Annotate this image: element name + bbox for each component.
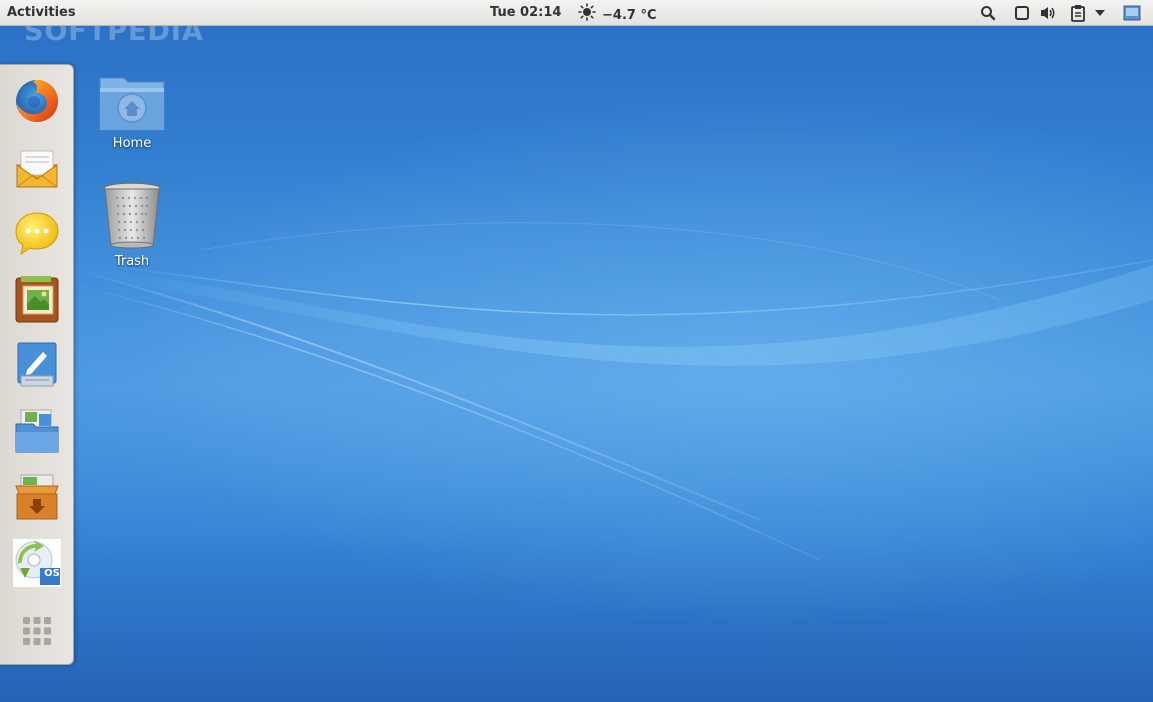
home-folder-icon xyxy=(99,77,165,131)
firefox-icon xyxy=(16,80,58,122)
dash-item-archive[interactable] xyxy=(11,471,63,523)
file-manager-icon xyxy=(15,409,59,453)
app-grid-icon xyxy=(23,617,51,645)
mail-icon xyxy=(16,150,58,188)
dash: OS xyxy=(0,64,74,665)
volume-icon[interactable] xyxy=(1037,2,1059,24)
window-icon[interactable] xyxy=(1011,2,1033,24)
clock[interactable]: Tue 02:14 xyxy=(490,5,561,20)
desktop-icon-label: Home xyxy=(112,136,152,151)
dash-item-firefox[interactable] xyxy=(11,75,63,127)
trash-icon xyxy=(103,182,161,249)
weather-indicator[interactable]: −4.7 °C xyxy=(578,3,657,25)
dash-item-text-editor[interactable] xyxy=(11,339,63,391)
dash-item-installer[interactable]: OS xyxy=(11,537,63,589)
dash-item-file-manager[interactable] xyxy=(11,405,63,457)
activities-button[interactable]: Activities xyxy=(7,5,76,20)
temperature-label: −4.7 °C xyxy=(602,7,657,23)
desktop-icon-trash[interactable]: Trash xyxy=(92,182,172,269)
dash-item-chat[interactable] xyxy=(11,207,63,259)
desktop-icon-label: Trash xyxy=(114,254,150,269)
installer-badge: OS xyxy=(44,568,60,579)
system-tray xyxy=(973,0,1153,26)
text-editor-icon xyxy=(17,342,57,387)
dash-item-mail[interactable] xyxy=(11,143,63,195)
clipboard-icon[interactable] xyxy=(1067,2,1089,24)
installer-icon xyxy=(13,539,61,587)
archive-icon xyxy=(15,474,59,520)
search-icon[interactable] xyxy=(977,2,999,24)
screen-icon[interactable] xyxy=(1121,2,1143,24)
desktop-wallpaper xyxy=(0,0,1153,702)
top-bar: Activities Tue 02:14 −4.7 °C xyxy=(0,0,1153,26)
dropdown-arrow-icon[interactable] xyxy=(1093,2,1107,24)
sun-icon xyxy=(578,3,596,25)
chat-icon xyxy=(15,212,59,256)
dash-item-photos[interactable] xyxy=(11,273,63,325)
photos-icon xyxy=(15,276,59,323)
desktop-icon-home[interactable]: Home xyxy=(92,72,172,151)
show-applications-button[interactable] xyxy=(11,605,63,657)
